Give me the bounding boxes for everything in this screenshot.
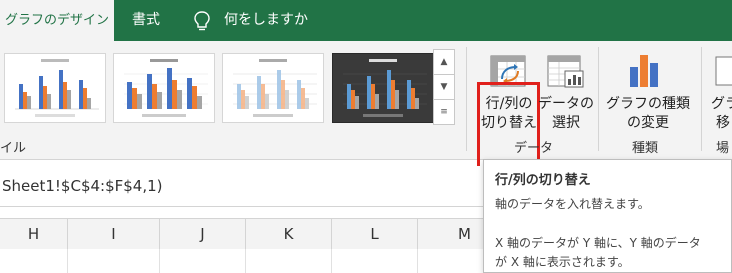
move-chart-button[interactable]: グラ 移 — [711, 95, 732, 133]
tooltip: 行/列の切り替え 軸のデータを入れ替えます。 X 軸のデータが Y 軸に、Y 軸… — [483, 159, 732, 273]
grid-line — [417, 249, 418, 273]
formula-text[interactable]: Sheet1!$C$4:$F$4,1) — [2, 166, 163, 206]
ribbon: ▲ ▼ ≡ イル 行/列の 切り替え データの 選択 データ グラフの種類 の変… — [0, 41, 732, 172]
group-separator — [466, 47, 467, 151]
change-chart-type-label-1: グラフの種類 — [606, 96, 690, 112]
select-data-icon[interactable] — [545, 53, 585, 89]
tell-me-search[interactable]: 何をしますか — [224, 0, 308, 41]
tooltip-detail-line2: が X 軸に表示されます。 — [495, 255, 630, 269]
column-header-l[interactable]: L — [332, 219, 418, 249]
column-header-j[interactable]: J — [160, 219, 246, 249]
grid-line — [159, 249, 160, 273]
select-data-label-2: 選択 — [552, 115, 580, 131]
gallery-more-icon[interactable]: ≡ — [433, 99, 455, 125]
grid-line — [67, 249, 68, 273]
tab-chart-design[interactable]: グラフのデザイン — [0, 0, 114, 41]
chart-style-thumbnail[interactable] — [222, 53, 324, 123]
tooltip-detail-line1: X 軸のデータが Y 軸に、Y 軸のデータ — [495, 236, 701, 250]
move-chart-label-1: グラ — [711, 96, 732, 112]
gallery-scroll: ▲ ▼ ≡ — [433, 49, 455, 129]
change-chart-type-icon[interactable] — [627, 51, 661, 89]
column-header-h[interactable]: H — [0, 219, 68, 249]
chart-style-thumbnail[interactable] — [113, 53, 215, 123]
change-chart-type-label-2: の変更 — [627, 115, 669, 131]
grid-line — [245, 249, 246, 273]
change-chart-type-button[interactable]: グラフの種類 の変更 — [603, 95, 693, 133]
chart-style-thumbnail[interactable] — [332, 53, 434, 123]
lightbulb-icon[interactable] — [193, 10, 211, 32]
tab-format[interactable]: 書式 — [132, 0, 172, 41]
data-group-label: データ — [514, 141, 554, 156]
group-separator — [701, 47, 702, 151]
type-group-label: 種類 — [632, 141, 659, 156]
location-group-label: 場 — [716, 141, 730, 156]
column-header-i[interactable]: I — [68, 219, 160, 249]
group-separator — [598, 47, 599, 151]
tooltip-title: 行/列の切り替え — [495, 173, 591, 188]
select-data-label-1: データの — [538, 96, 594, 112]
chart-styles-group-label: イル — [0, 141, 27, 156]
chart-style-thumbnail[interactable] — [4, 53, 106, 123]
grid-line — [331, 249, 332, 273]
column-header-k[interactable]: K — [246, 219, 332, 249]
gallery-scroll-up-icon[interactable]: ▲ — [433, 49, 455, 75]
gallery-scroll-down-icon[interactable]: ▼ — [433, 74, 455, 100]
ribbon-tab-bar: グラフのデザイン 書式 何をしますか — [0, 0, 732, 41]
tooltip-description: 軸のデータを入れ替えます。 — [495, 197, 650, 211]
select-data-button[interactable]: データの 選択 — [538, 95, 594, 133]
move-chart-icon[interactable] — [712, 51, 732, 89]
move-chart-label-2: 移 — [716, 115, 730, 131]
